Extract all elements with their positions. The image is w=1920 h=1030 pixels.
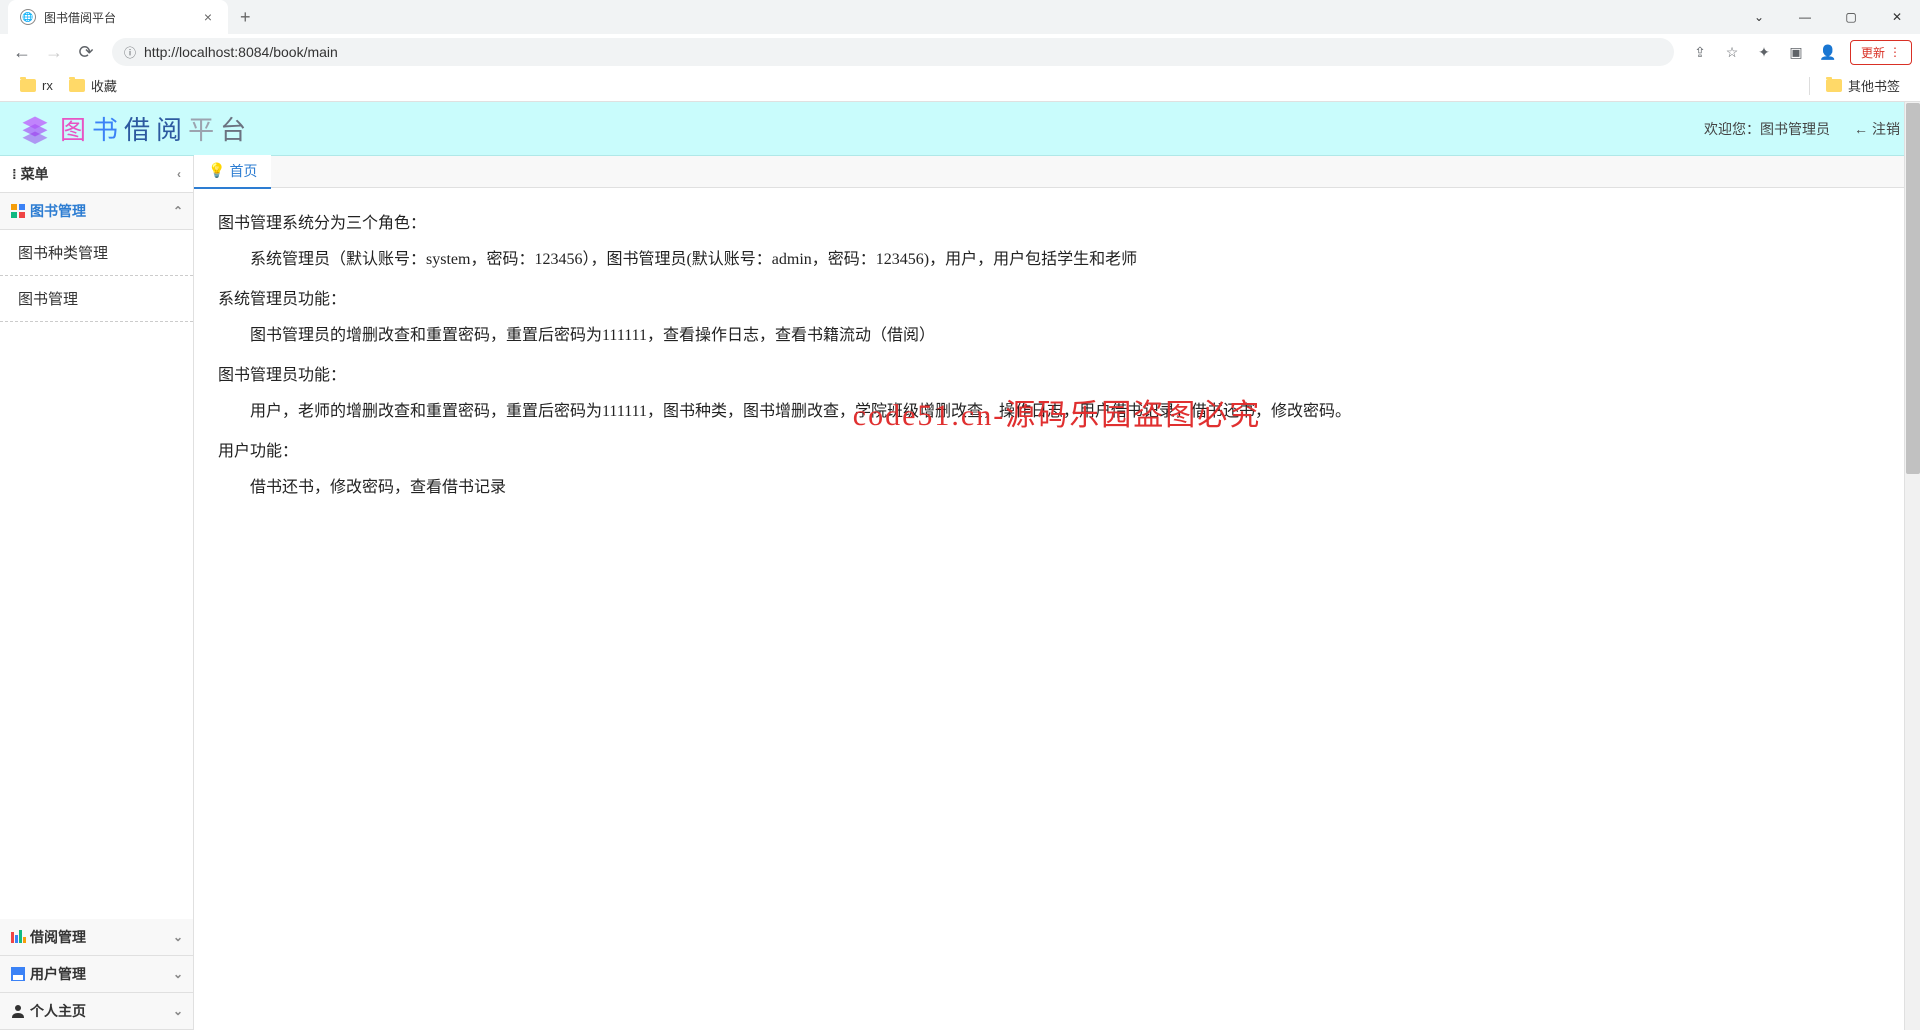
bookmark-other[interactable]: 其他书签 [1818,72,1908,99]
tab-title: 图书借阅平台 [44,9,200,26]
tab-close-icon[interactable]: × [200,9,216,25]
scrollbar-thumb[interactable] [1906,103,1920,474]
content-body: 图书管理系统分为三个角色： 系统管理员（默认账号：system，密码：12345… [194,188,1920,1030]
user-icon [10,1003,26,1019]
browser-chrome: 🌐 图书借阅平台 × + ⌄ — ▢ ✕ ← → ⟳ ⓘ http://loca… [0,0,1920,102]
browser-titlebar: 🌐 图书借阅平台 × + ⌄ — ▢ ✕ [0,0,1920,34]
browser-toolbar: ← → ⟳ ⓘ http://localhost:8084/book/main … [0,34,1920,70]
panel-icon[interactable]: ▣ [1782,38,1810,66]
paragraph-roles-detail: 系统管理员（默认账号：system，密码：123456），图书管理员(默认账号：… [218,244,1896,276]
folder-icon [69,79,85,92]
paragraph-librarian-title: 图书管理员功能： [218,360,1896,392]
menu-header[interactable]: ⁞ 菜单 ‹ [0,156,193,193]
paragraph-user-detail: 借书还书，修改密码，查看借书记录 [218,472,1896,504]
folder-icon [1826,79,1842,92]
app-title: 图书借阅平台 [60,110,252,147]
paragraph-roles-title: 图书管理系统分为三个角色： [218,208,1896,240]
bulb-icon: 💡 [208,162,225,179]
folder-icon [20,79,36,92]
reload-button[interactable]: ⟳ [72,38,100,66]
chevron-up-icon: ⌃ [173,204,183,218]
content-tabs: 💡 首页 [194,156,1920,188]
back-button[interactable]: ← [8,38,36,66]
sidebar-group-profile[interactable]: 个人主页 ⌄ [0,993,193,1030]
paragraph-librarian-detail: 用户，老师的增删改查和重置密码，重置后密码为111111，图书种类，图书增删改查… [218,396,1896,428]
window-dropdown-icon[interactable]: ⌄ [1736,0,1782,34]
chevron-down-icon: ⌄ [173,930,183,944]
info-icon: ⓘ [124,44,136,61]
bars-icon [10,929,26,945]
main-area: ⁞ 菜单 ‹ 图书管理 ⌃ 图书种类管理 图书管理 借阅管理 ⌄ 用户管理 ⌄ [0,156,1920,1030]
bookmarks-bar: rx 收藏 其他书签 [0,70,1920,102]
chevron-down-icon: ⌄ [173,1004,183,1018]
address-bar[interactable]: ⓘ http://localhost:8084/book/main [112,38,1674,66]
minimize-icon[interactable]: — [1782,0,1828,34]
logout-button[interactable]: ← 注销 [1854,119,1900,139]
star-icon[interactable]: ☆ [1718,38,1746,66]
extensions-icon[interactable]: ✦ [1750,38,1778,66]
paragraph-sysadmin-detail: 图书管理员的增删改查和重置密码，重置后密码为111111，查看操作日志，查看书籍… [218,320,1896,352]
chevron-left-icon: ‹ [177,167,181,181]
logo-icon [20,114,50,144]
forward-button[interactable]: → [40,38,68,66]
sidebar-item-book-manage[interactable]: 图书管理 [0,276,193,322]
window-controls: ⌄ — ▢ ✕ [1736,0,1920,34]
sidebar-group-borrow[interactable]: 借阅管理 ⌄ [0,919,193,956]
sidebar-group-users[interactable]: 用户管理 ⌄ [0,956,193,993]
new-tab-button[interactable]: + [228,7,263,28]
bookmark-rx[interactable]: rx [12,74,61,97]
globe-icon: 🌐 [20,9,36,25]
save-icon [10,966,26,982]
arrow-left-icon: ← [1854,121,1868,137]
share-icon[interactable]: ⇪ [1686,38,1714,66]
paragraph-user-title: 用户功能： [218,436,1896,468]
scrollbar-vertical[interactable] [1904,102,1920,1030]
sidebar: ⁞ 菜单 ‹ 图书管理 ⌃ 图书种类管理 图书管理 借阅管理 ⌄ 用户管理 ⌄ [0,156,194,1030]
url-text: http://localhost:8084/book/main [144,44,1662,60]
update-button[interactable]: 更新 ⋮ [1850,40,1912,65]
maximize-icon[interactable]: ▢ [1828,0,1874,34]
sidebar-group-books[interactable]: 图书管理 ⌃ [0,193,193,230]
sidebar-item-book-category[interactable]: 图书种类管理 [0,230,193,276]
welcome-text: 欢迎您：图书管理员 [1704,119,1830,139]
app-header: 图书借阅平台 欢迎您：图书管理员 ← 注销 [0,102,1920,156]
bookmark-favorites[interactable]: 收藏 [61,72,125,99]
grid-icon [10,203,26,219]
profile-icon[interactable]: 👤 [1814,38,1842,66]
paragraph-sysadmin-title: 系统管理员功能： [218,284,1896,316]
content: 💡 首页 图书管理系统分为三个角色： 系统管理员（默认账号：system，密码：… [194,156,1920,1030]
browser-tab[interactable]: 🌐 图书借阅平台 × [8,0,228,34]
tab-home[interactable]: 💡 首页 [194,155,271,189]
kebab-icon: ⋮ [1889,45,1901,59]
chevron-down-icon: ⌄ [173,967,183,981]
close-icon[interactable]: ✕ [1874,0,1920,34]
